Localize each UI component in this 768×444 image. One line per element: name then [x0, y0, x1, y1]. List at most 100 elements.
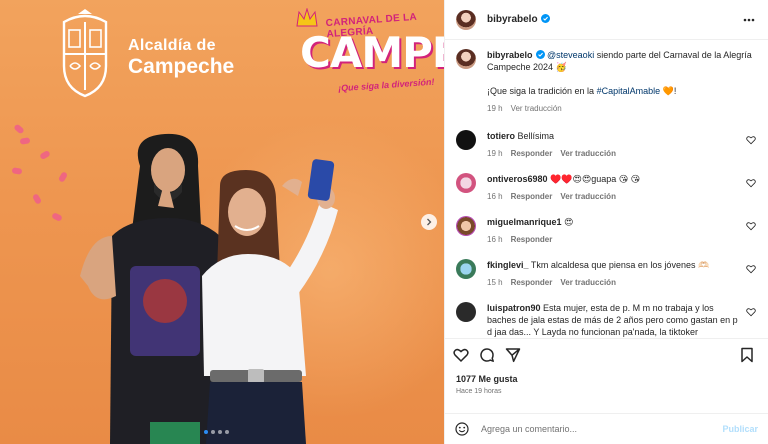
- heart-icon: [453, 348, 469, 362]
- translate-link[interactable]: Ver traducción: [560, 278, 616, 287]
- comment-item: fkinglevi_ Tkm alcaldesa que piensa en l…: [456, 259, 756, 289]
- carnaval-sub-text: ¡Que siga la diversión!: [337, 76, 435, 94]
- post-media[interactable]: Alcaldía de Campeche CARNAVAL DE LA ALEG…: [0, 0, 444, 444]
- emoji-icon: [455, 422, 469, 436]
- comment-avatar[interactable]: [456, 130, 476, 150]
- comment-time: 15 h: [487, 278, 503, 287]
- next-slide-button[interactable]: [421, 214, 437, 230]
- comment-text: ♥️♥️😍😍guapa 😘 😘: [550, 174, 641, 184]
- comment-item: ontiveros6980 ♥️♥️😍😍guapa 😘 😘 16 h Respon…: [456, 173, 756, 203]
- comment-avatar[interactable]: [456, 173, 476, 193]
- comment-body: fkinglevi_ Tkm alcaldesa que piensa en l…: [487, 259, 740, 289]
- more-horizontal-icon: [743, 18, 755, 21]
- caption-translate-link[interactable]: Ver traducción: [511, 104, 562, 113]
- comment-avatar[interactable]: [456, 302, 476, 322]
- bookmark-icon: [741, 347, 753, 362]
- caption-body: bibyrabelo @steveaoki siendo parte del C…: [487, 49, 756, 115]
- reply-button[interactable]: Responder: [511, 192, 553, 201]
- comment-meta: 19 h Responder Ver traducción: [487, 148, 740, 160]
- alcaldia-line2: Campeche: [128, 55, 235, 78]
- comment-input[interactable]: [481, 424, 723, 434]
- caption-username[interactable]: bibyrabelo: [487, 50, 533, 60]
- comment-like-heart-icon[interactable]: [746, 307, 756, 317]
- comment-item: miguelmanrique1 😍 16 h Responder: [456, 216, 756, 246]
- like-button[interactable]: [453, 347, 469, 363]
- comment-composer: Publicar: [445, 413, 768, 444]
- share-icon: [505, 347, 521, 362]
- carnaval-logo: CARNAVAL DE LA ALEGRÍA CAMPECHE ¡Que sig…: [296, 6, 444, 106]
- comment-icon: [480, 347, 494, 362]
- comment-body: ontiveros6980 ♥️♥️😍😍guapa 😘 😘 16 h Respon…: [487, 173, 740, 203]
- instagram-post-modal: Alcaldía de Campeche CARNAVAL DE LA ALEG…: [0, 0, 768, 444]
- author-username-text[interactable]: bibyrabelo: [487, 14, 538, 25]
- comments-list[interactable]: bibyrabelo @steveaoki siendo parte del C…: [445, 40, 768, 338]
- comment-time: 16 h: [487, 192, 503, 201]
- comment-like-heart-icon[interactable]: [746, 178, 756, 188]
- reply-button[interactable]: Responder: [511, 278, 553, 287]
- caption-avatar[interactable]: [456, 49, 476, 69]
- more-options-button[interactable]: [742, 13, 756, 27]
- author-username[interactable]: bibyrabelo: [487, 14, 550, 25]
- emoji-button[interactable]: [455, 422, 469, 436]
- author-avatar[interactable]: [456, 9, 476, 30]
- comment-like-heart-icon[interactable]: [746, 264, 756, 274]
- comment-body: luispatron90 Esta mujer, esta de p. M m …: [487, 302, 740, 338]
- confetti: [31, 193, 43, 205]
- comment-text: 😍: [564, 217, 574, 227]
- like-count[interactable]: 1077 Me gusta: [445, 370, 768, 384]
- slide-dot-active: [204, 430, 208, 434]
- verified-badge-icon: [535, 50, 545, 59]
- comment-avatar[interactable]: [456, 259, 476, 279]
- post-caption: bibyrabelo @steveaoki siendo parte del C…: [456, 40, 756, 115]
- caption-meta: 19 h Ver traducción: [487, 103, 756, 115]
- comment-username[interactable]: totiero: [487, 131, 515, 141]
- slide-dot: [211, 430, 215, 434]
- confetti: [11, 167, 23, 175]
- comment-meta: 16 h Responder: [487, 234, 740, 246]
- carnaval-big-text: CAMPECHE: [300, 28, 444, 77]
- reply-button[interactable]: Responder: [511, 149, 553, 158]
- comment-body: miguelmanrique1 😍 16 h Responder: [487, 216, 740, 246]
- comment-time: 19 h: [487, 149, 503, 158]
- comment-username[interactable]: miguelmanrique1: [487, 217, 562, 227]
- reply-button[interactable]: Responder: [511, 235, 553, 244]
- post-timestamp: Hace 19 horas: [456, 388, 502, 395]
- comment-username[interactable]: fkinglevi_: [487, 260, 529, 270]
- confetti: [13, 123, 25, 135]
- comment-button[interactable]: [479, 347, 495, 363]
- campeche-crest-logo: [62, 9, 108, 98]
- post-header: bibyrabelo: [445, 0, 768, 40]
- comment-item: luispatron90 Esta mujer, esta de p. M m …: [456, 302, 756, 338]
- comment-meta: 16 h Responder Ver traducción: [487, 191, 740, 203]
- comment-username[interactable]: luispatron90: [487, 303, 541, 313]
- comment-avatar[interactable]: [456, 216, 476, 236]
- comment-meta: 15 h Responder Ver traducción: [487, 277, 740, 289]
- comment-like-heart-icon[interactable]: [746, 221, 756, 231]
- caption-mention[interactable]: @steveaoki: [547, 50, 594, 60]
- confetti: [57, 171, 69, 183]
- crown-icon: [296, 8, 318, 27]
- confetti: [19, 137, 31, 145]
- slide-dot: [225, 430, 229, 434]
- photo-people: [80, 133, 338, 444]
- comment-time: 16 h: [487, 235, 503, 244]
- post-action-bar: [445, 338, 768, 370]
- alcaldia-line1: Alcaldía de: [128, 37, 216, 54]
- comment-username[interactable]: ontiveros6980: [487, 174, 548, 184]
- chevron-right-icon: [427, 218, 432, 226]
- save-button[interactable]: [740, 347, 756, 363]
- post-side-panel: bibyrabelo bibyrabelo @steveaoki siendo …: [444, 0, 768, 444]
- share-button[interactable]: [505, 347, 521, 363]
- comment-text: Bellísima: [517, 131, 555, 141]
- comment-like-heart-icon[interactable]: [746, 135, 756, 145]
- comment-item: totiero Bellísima 19 h Responder Ver tradu…: [456, 130, 756, 160]
- comment-body: totiero Bellísima 19 h Responder Ver tradu…: [487, 130, 740, 160]
- confetti: [39, 149, 51, 161]
- caption-hashtag[interactable]: #CapitalAmable: [597, 86, 661, 96]
- confetti: [51, 212, 63, 222]
- verified-badge-icon: [540, 14, 550, 23]
- translate-link[interactable]: Ver traducción: [560, 149, 616, 158]
- publish-button[interactable]: Publicar: [722, 424, 758, 434]
- comment-text: Tkm alcaldesa que piensa en los jóvenes …: [530, 260, 710, 270]
- translate-link[interactable]: Ver traducción: [560, 192, 616, 201]
